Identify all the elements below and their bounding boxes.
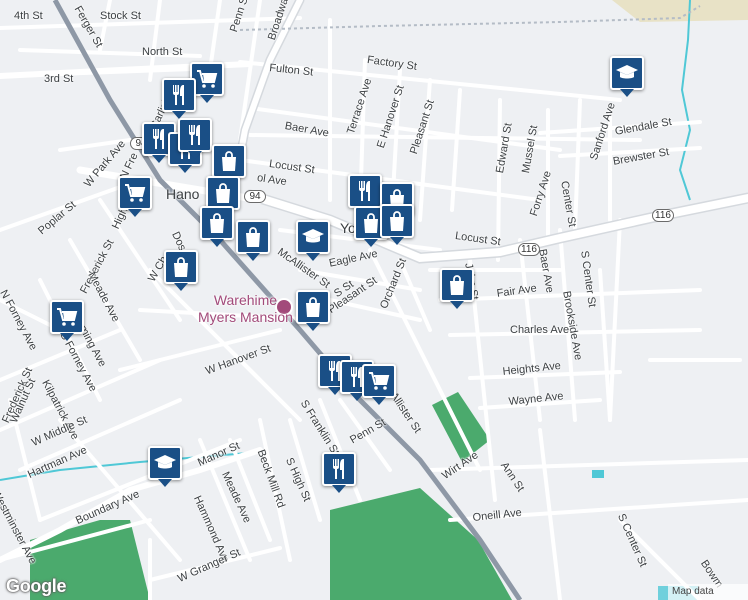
grocery-cart-icon[interactable] [362, 364, 396, 405]
restaurant-icon[interactable] [178, 118, 212, 159]
school-cap-icon[interactable] [610, 56, 644, 97]
park-area-field [432, 392, 490, 462]
shopping-bag-icon[interactable] [164, 250, 198, 291]
grocery-cart-icon[interactable] [50, 300, 84, 341]
street-label: Charles Ave [510, 324, 570, 336]
poi-name-line2: Myers Mansion [198, 309, 293, 325]
street-label: Stock St [100, 10, 141, 22]
shopping-bag-icon[interactable] [206, 176, 240, 217]
shopping-bag-icon[interactable] [440, 268, 474, 309]
street-label: 3rd St [44, 73, 74, 85]
pond [592, 470, 604, 478]
shopping-bag-icon[interactable] [236, 220, 270, 261]
stream [678, 0, 692, 201]
school-cap-icon[interactable] [148, 446, 182, 487]
street-label: 4th St [14, 10, 43, 22]
google-logo: Google [6, 576, 67, 596]
route-116-shield: 116 [518, 243, 540, 256]
restaurant-icon[interactable] [322, 452, 356, 493]
grocery-cart-icon[interactable] [118, 176, 152, 217]
restaurant-icon[interactable] [162, 78, 196, 119]
poi-label[interactable]: Warehime Myers Mansion [198, 292, 293, 326]
shopping-bag-icon[interactable] [380, 204, 414, 245]
town-label: Hano [166, 186, 200, 202]
map-canvas[interactable]: 4th St Stock St Penn St North St Broadwa… [0, 0, 748, 600]
restaurant-icon[interactable] [348, 174, 382, 215]
shopping-bag-icon[interactable] [296, 290, 330, 331]
street-label: North St [142, 46, 183, 58]
route-94-shield: 94 [244, 190, 266, 203]
route-116-shield: 116 [652, 209, 674, 222]
shopping-bag-icon[interactable] [212, 144, 246, 185]
school-cap-icon[interactable] [296, 220, 330, 261]
map-attribution[interactable]: Map data ©2025 [668, 584, 748, 600]
shopping-bag-icon[interactable] [200, 206, 234, 247]
poi-name-line1: Warehime [213, 292, 278, 308]
